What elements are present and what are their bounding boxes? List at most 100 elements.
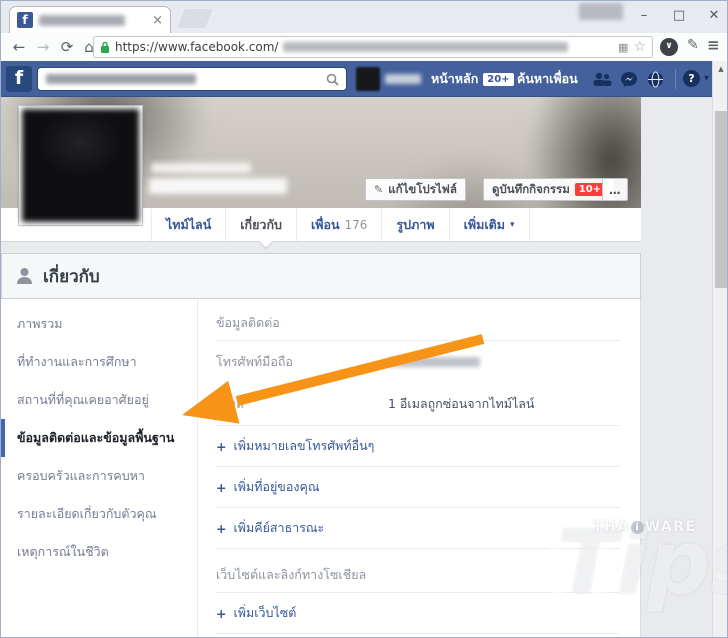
- add-website-link[interactable]: + เพิ่มเว็บไซต์: [216, 593, 620, 634]
- header-divider: [675, 69, 676, 89]
- email-hidden-note: 1 อีเมลถูกซ่อนจากไทม์ไลน์: [388, 396, 535, 411]
- contact-info-header: ข้อมูลติดต่อ: [216, 313, 620, 341]
- close-button[interactable]: ✕: [707, 8, 721, 23]
- add-website-label: เพิ่มเว็บไซต์: [233, 605, 297, 620]
- plus-icon: +: [216, 479, 227, 495]
- add-phone-label: เพิ่มหมายเลขโทรศัพท์อื่นๆ: [233, 438, 375, 453]
- profile-name-blurred[interactable]: [385, 74, 421, 84]
- blurred-chrome-item: [579, 3, 623, 20]
- add-address-link[interactable]: + เพิ่มที่อยู่ของคุณ: [216, 467, 620, 508]
- add-social-link-link[interactable]: + เพิ่มลิงก์ทางโซเชียล: [216, 634, 620, 637]
- notifications-globe-icon[interactable]: [644, 69, 666, 89]
- add-address-label: เพิ่มที่อยู่ของคุณ: [233, 479, 320, 494]
- browser-tab-bar: f × – □ ✕: [1, 1, 727, 33]
- bookmark-star-icon[interactable]: ☆: [633, 39, 646, 55]
- plus-icon: +: [216, 520, 227, 536]
- search-icon[interactable]: [326, 73, 339, 86]
- mobile-phone-value-blurred: [388, 357, 480, 367]
- help-icon[interactable]: ?: [683, 70, 700, 87]
- home-link[interactable]: หน้าหลัก 20+: [431, 61, 514, 97]
- tab-about[interactable]: เกี่ยวกับ: [225, 208, 296, 241]
- forward-button[interactable]: →: [33, 37, 53, 57]
- pencil-extension-icon[interactable]: ✎: [687, 37, 699, 53]
- sidebar-item-details-about-you[interactable]: รายละเอียดเกี่ยวกับตัวคุณ: [1, 495, 197, 533]
- profile-name-line1-blurred: [151, 163, 251, 173]
- sidebar-item-contact-basic-info[interactable]: ข้อมูลติดต่อและข้อมูลพื้นฐาน: [1, 419, 197, 457]
- sidebar-item-life-events[interactable]: เหตุการณ์ในชีวิต: [1, 533, 197, 571]
- tab-close-icon[interactable]: ×: [152, 14, 163, 27]
- profile-picture-blurred: [22, 109, 139, 222]
- about-sidebar: ภาพรวม ที่ทำงานและการศึกษา สถานที่ที่คุณ…: [1, 299, 198, 637]
- window-controls: – □ ✕: [637, 8, 721, 23]
- plus-icon: +: [216, 605, 227, 621]
- tab-friends[interactable]: เพื่อน 176: [295, 208, 381, 241]
- new-tab-button[interactable]: [177, 9, 213, 28]
- contact-info-panel: ข้อมูลติดต่อ โทรศัพท์มือถือ อีเมล 1 อีเม…: [198, 299, 640, 637]
- page-scrollbar[interactable]: ▲: [712, 61, 727, 637]
- about-content: ภาพรวม ที่ทำงานและการศึกษา สถานที่ที่คุณ…: [1, 299, 641, 637]
- facebook-search-input[interactable]: [37, 67, 347, 91]
- activity-log-button[interactable]: ดูบันทึกกิจกรรม 10+: [483, 178, 615, 201]
- pocket-extension-icon[interactable]: ∨: [660, 38, 678, 56]
- tab-photos[interactable]: รูปภาพ: [381, 208, 448, 241]
- person-icon: [17, 268, 32, 284]
- email-row: อีเมล 1 อีเมลถูกซ่อนจากไทม์ไลน์: [216, 383, 620, 426]
- facebook-logo[interactable]: f: [6, 66, 32, 92]
- address-bar[interactable]: https://www.facebook.com/ ▦ ☆: [93, 36, 653, 58]
- back-button[interactable]: ←: [9, 37, 29, 57]
- tab-title-blurred: [39, 14, 125, 26]
- messages-icon[interactable]: [618, 69, 640, 89]
- https-padlock-icon: [101, 41, 109, 53]
- edit-profile-button[interactable]: ✎ แก้ไขโปรไฟล์: [365, 178, 466, 201]
- sidebar-item-overview[interactable]: ภาพรวม: [1, 305, 197, 343]
- add-phone-link[interactable]: + เพิ่มหมายเลขโทรศัพท์อื่นๆ: [216, 426, 620, 467]
- activity-log-badge: 10+: [574, 183, 606, 196]
- page-action-icon[interactable]: ▦: [618, 41, 628, 54]
- reload-button[interactable]: ⟳: [57, 37, 77, 57]
- search-text-blurred: [46, 74, 196, 84]
- browser-tab[interactable]: f ×: [9, 6, 171, 33]
- chevron-down-icon: ▾: [509, 219, 515, 230]
- about-title: เกี่ยวกับ: [43, 266, 100, 287]
- tab-friends-label: เพื่อน: [310, 216, 340, 232]
- scroll-up-arrow[interactable]: ▲: [713, 61, 727, 77]
- sidebar-item-places-lived[interactable]: สถานที่ที่คุณเคยอาศัยอยู่: [1, 381, 197, 419]
- browser-window: f × – □ ✕ ← → ⟳ ⌂ https://www.facebook.c…: [0, 0, 728, 638]
- scrollbar-thumb[interactable]: [715, 111, 727, 288]
- mobile-phone-row: โทรศัพท์มือถือ: [216, 341, 620, 383]
- account-menu-caret-icon[interactable]: ▾: [704, 73, 709, 84]
- edit-pencil-icon: ✎: [374, 183, 384, 196]
- activity-log-label: ดูบันทึกกิจกรรม: [492, 181, 570, 196]
- facebook-header: f หน้าหลัก 20+ ค้นหาเพื่อน ? ▾: [1, 61, 712, 97]
- minimize-button[interactable]: –: [637, 8, 651, 23]
- profile-thumbnail-blurred[interactable]: [356, 67, 380, 91]
- email-label: อีเมล: [216, 396, 244, 411]
- add-public-key-link[interactable]: + เพิ่มคีย์สาธารณะ: [216, 508, 620, 549]
- profile-picture[interactable]: [18, 105, 143, 226]
- tab-timeline-label: ไทม์ไลน์: [166, 216, 212, 232]
- friend-requests-icon[interactable]: [591, 69, 613, 89]
- mobile-phone-label: โทรศัพท์มือถือ: [216, 354, 293, 369]
- maximize-button[interactable]: □: [672, 8, 686, 23]
- sidebar-item-family-relationships[interactable]: ครอบครัวและการคบหา: [1, 457, 197, 495]
- url-blurred-path: [283, 42, 569, 52]
- plus-icon: +: [216, 438, 227, 454]
- tab-about-label: เกี่ยวกับ: [240, 216, 282, 232]
- websites-social-section: เว็บไซต์และลิงก์ทางโซเชียล + เพิ่มเว็บไซ…: [216, 565, 620, 637]
- about-section-header: เกี่ยวกับ: [1, 253, 641, 299]
- tab-timeline[interactable]: ไทม์ไลน์: [151, 208, 225, 241]
- sidebar-item-work-education[interactable]: ที่ทำงานและการศึกษา: [1, 343, 197, 381]
- tab-photos-label: รูปภาพ: [396, 216, 435, 232]
- profile-name-line2-blurred: [149, 178, 287, 194]
- home-notification-badge: 20+: [483, 72, 514, 86]
- add-public-key-label: เพิ่มคีย์สาธารณะ: [233, 520, 325, 535]
- websites-social-header: เว็บไซต์และลิงก์ทางโซเชียล: [216, 565, 620, 593]
- tab-more[interactable]: เพิ่มเติม ▾: [448, 208, 530, 241]
- tab-more-label: เพิ่มเติม: [463, 216, 505, 232]
- home-label: หน้าหลัก: [431, 71, 479, 86]
- brand-suffix: WARE: [644, 519, 697, 535]
- cover-more-button[interactable]: …: [602, 178, 628, 201]
- ellipsis-icon: …: [609, 182, 621, 197]
- browser-menu-icon[interactable]: ≡: [707, 36, 720, 54]
- find-friends-link[interactable]: ค้นหาเพื่อน: [517, 61, 578, 97]
